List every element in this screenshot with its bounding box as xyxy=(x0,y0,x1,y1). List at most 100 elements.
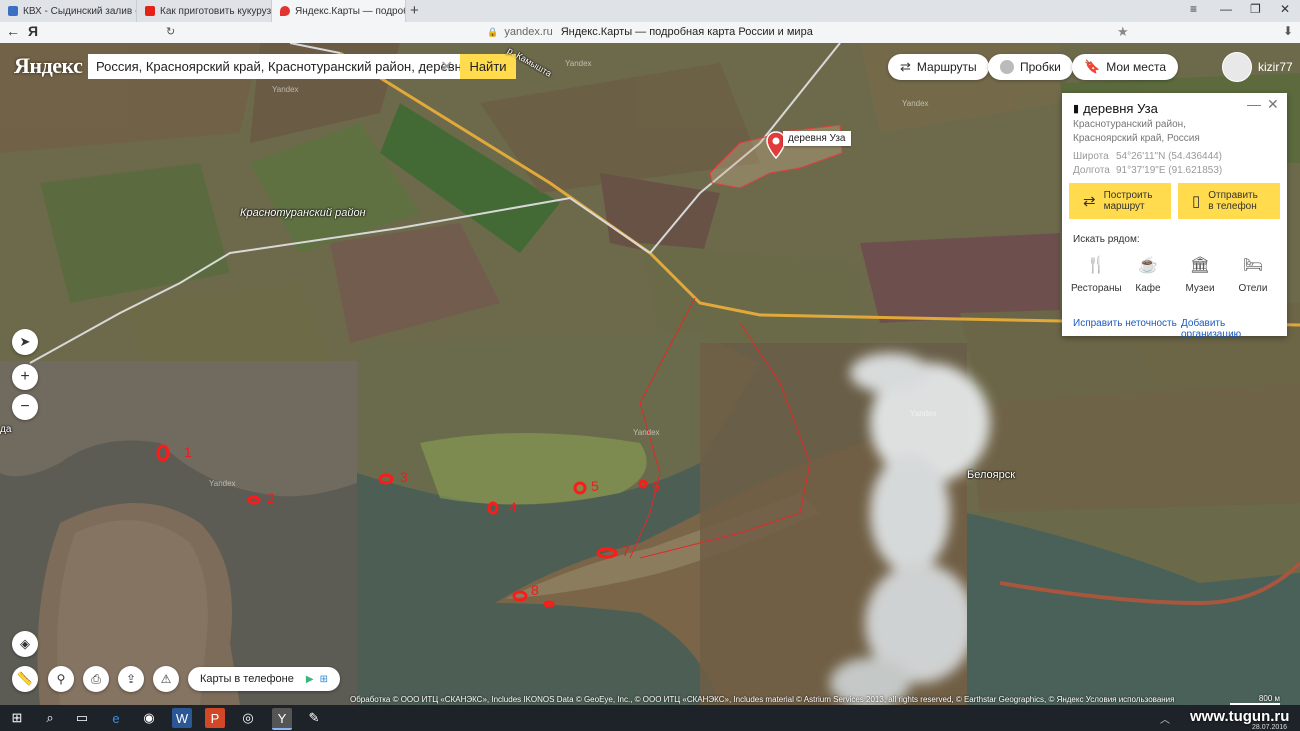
maps-in-phone-label: Карты в телефоне xyxy=(200,673,294,685)
close-card-icon[interactable]: ✕ xyxy=(1267,96,1279,113)
zoom-in-button[interactable]: + xyxy=(12,364,38,390)
copyright-text: Обработка © ООО ИТЦ «СКАНЭКС», Includes … xyxy=(350,695,1175,704)
tab-title: Как приготовить кукурузу д xyxy=(160,5,272,17)
town-label: Белоярск xyxy=(967,469,1016,481)
word-icon[interactable]: W xyxy=(172,708,192,728)
clock-date[interactable]: 28.07.2016 xyxy=(1252,724,1287,731)
nearby-cafe[interactable]: ☕ Кафе xyxy=(1123,255,1173,294)
nearby-museums[interactable]: 🏛 Музеи xyxy=(1175,255,1225,294)
place-pin-label[interactable]: деревня Уза xyxy=(783,131,851,146)
layers-button[interactable]: ◈ xyxy=(12,631,38,657)
tray-chevron-icon[interactable]: ︿ xyxy=(1160,711,1170,726)
search-icon[interactable]: ⌕ xyxy=(40,708,60,728)
send-phone-label: Отправить в телефон xyxy=(1208,190,1258,212)
card-title: ▮ деревня Уза xyxy=(1073,101,1158,116)
url-field[interactable]: 🔒 yandex.ru Яндекс.Карты — подробная карта… xyxy=(0,26,1300,38)
app-icon[interactable]: ◎ xyxy=(238,708,258,728)
site-watermark: www.tugun.ru xyxy=(1190,708,1290,725)
watermark: Yandex xyxy=(565,59,592,68)
build-route-line: Построить xyxy=(1103,190,1153,201)
place-card: ▮ деревня Уза — ✕ Краснотуранский район,… xyxy=(1062,93,1287,340)
bookmark-icon[interactable]: ▮ xyxy=(1073,102,1079,115)
tab-youtube[interactable]: Как приготовить кукурузу д xyxy=(137,0,272,22)
report-button[interactable]: ⚠ xyxy=(153,666,179,692)
category-label: Музеи xyxy=(1185,283,1215,294)
marker-label: 2 xyxy=(267,490,275,506)
marker-label: 8 xyxy=(531,582,539,598)
warning-icon: ⚠ xyxy=(160,672,172,686)
bed-icon: 🛏 xyxy=(1242,257,1264,274)
geolocation-button[interactable]: ➤ xyxy=(12,329,38,355)
windows-icon: ⊞ xyxy=(319,673,328,685)
nearby-restaurants[interactable]: 🍴 Рестораны xyxy=(1071,255,1122,294)
user-menu[interactable]: kizir77 xyxy=(1222,52,1293,82)
yandex-browser-icon[interactable]: Y xyxy=(272,708,292,730)
add-organization-link[interactable]: Добавить организацию xyxy=(1181,318,1287,340)
phone-icon: ▯ xyxy=(1192,192,1201,210)
category-label: Кафе xyxy=(1135,283,1161,294)
location-arrow-icon: ➤ xyxy=(19,334,31,349)
tab-title: Яндекс.Карты — подробн xyxy=(295,5,406,17)
maps-in-phone-button[interactable]: Карты в телефоне ▶ ⊞ xyxy=(188,667,340,691)
museum-icon: 🏛 xyxy=(1189,257,1211,274)
bookmark-icon: 🔖 xyxy=(1084,59,1101,74)
nearby-hotels[interactable]: 🛏 Отели xyxy=(1228,255,1278,294)
marker-label: 7 xyxy=(622,543,630,559)
restore-icon[interactable]: ❐ xyxy=(1250,2,1261,16)
ruler-button[interactable]: 📏 xyxy=(12,666,38,692)
card-address: Краснотуранский район, Красноярский край… xyxy=(1073,118,1200,146)
my-places-button[interactable]: 🔖 Мои места xyxy=(1072,54,1178,80)
longitude-value: 91°37'19"E (91.621853) xyxy=(1116,165,1223,176)
share-button[interactable]: ⇪ xyxy=(118,666,144,692)
marker-label: 4 xyxy=(509,499,517,515)
ruler-icon: 📏 xyxy=(16,671,34,686)
latitude-label: Широта xyxy=(1073,151,1109,162)
zoom-out-button[interactable]: − xyxy=(12,394,38,420)
tab-kvh[interactable]: КВХ - Сыдинский залив - С xyxy=(0,0,137,22)
marker-label: 5 xyxy=(591,478,599,494)
clear-search-icon[interactable]: ✕ xyxy=(440,57,453,77)
edge-browser-icon[interactable]: e xyxy=(106,708,126,728)
yandex-logo[interactable]: Яндекс xyxy=(14,53,83,79)
routes-button[interactable]: ⇄ Маршруты xyxy=(888,54,989,80)
send-to-phone-button[interactable]: ▯ Отправить в телефон xyxy=(1178,183,1280,219)
url-domain: yandex.ru xyxy=(504,26,553,38)
panorama-button[interactable]: ⚲ xyxy=(48,666,74,692)
binoculars-icon: ⚲ xyxy=(56,672,66,686)
avatar[interactable] xyxy=(1222,52,1252,82)
new-tab-button[interactable]: + xyxy=(410,2,419,19)
watermark: Yandex xyxy=(209,479,236,488)
windows-start-icon[interactable]: ⊞ xyxy=(7,708,27,728)
build-route-label: Построить маршрут xyxy=(1104,190,1153,212)
traffic-button[interactable]: Пробки xyxy=(988,54,1073,80)
app-icon[interactable]: ✎ xyxy=(304,708,324,728)
build-route-line: маршрут xyxy=(1103,201,1145,212)
search-button[interactable]: Найти xyxy=(460,54,516,79)
tab-yandex-maps[interactable]: Яндекс.Карты — подробн ✕ xyxy=(272,0,406,22)
download-icon[interactable]: ⬇ xyxy=(1283,24,1293,38)
powerpoint-icon[interactable]: P xyxy=(205,708,225,728)
nearby-heading: Искать рядом: xyxy=(1073,234,1140,245)
build-route-button[interactable]: ⇄ Построить маршрут xyxy=(1069,183,1171,219)
tab-bar: КВХ - Сыдинский залив - С Как приготовит… xyxy=(0,0,1300,23)
search-input[interactable]: Россия, Красноярский край, Краснотуранск… xyxy=(88,54,460,79)
map-canvas[interactable]: Яндекс Россия, Красноярский край, Красно… xyxy=(0,43,1300,705)
minimize-card-icon[interactable]: — xyxy=(1247,96,1261,112)
minimize-icon[interactable]: — xyxy=(1220,2,1232,16)
traffic-label: Пробки xyxy=(1020,60,1061,74)
map-pin-icon xyxy=(280,6,290,16)
share-icon: ⇪ xyxy=(125,672,137,686)
coffee-cup-icon: ☕ xyxy=(1138,257,1158,274)
page-title: Яндекс.Карты — подробная карта России и … xyxy=(560,26,813,38)
route-icon: ⇄ xyxy=(1083,192,1096,210)
task-view-icon[interactable]: ▭ xyxy=(72,708,92,728)
app-icon[interactable]: ◉ xyxy=(139,708,159,728)
close-window-icon[interactable]: ✕ xyxy=(1280,2,1290,16)
print-button[interactable]: ⎙ xyxy=(83,666,109,692)
menu-icon[interactable]: ≡ xyxy=(1190,2,1197,16)
bookmark-star-icon[interactable]: ★ xyxy=(1117,24,1129,40)
latitude-row: Широта 54°26'11"N (54.436444) xyxy=(1073,151,1222,162)
fix-inaccuracy-link[interactable]: Исправить неточность xyxy=(1073,318,1177,329)
layers-icon: ◈ xyxy=(20,636,30,651)
google-play-icon: ▶ xyxy=(305,673,314,685)
